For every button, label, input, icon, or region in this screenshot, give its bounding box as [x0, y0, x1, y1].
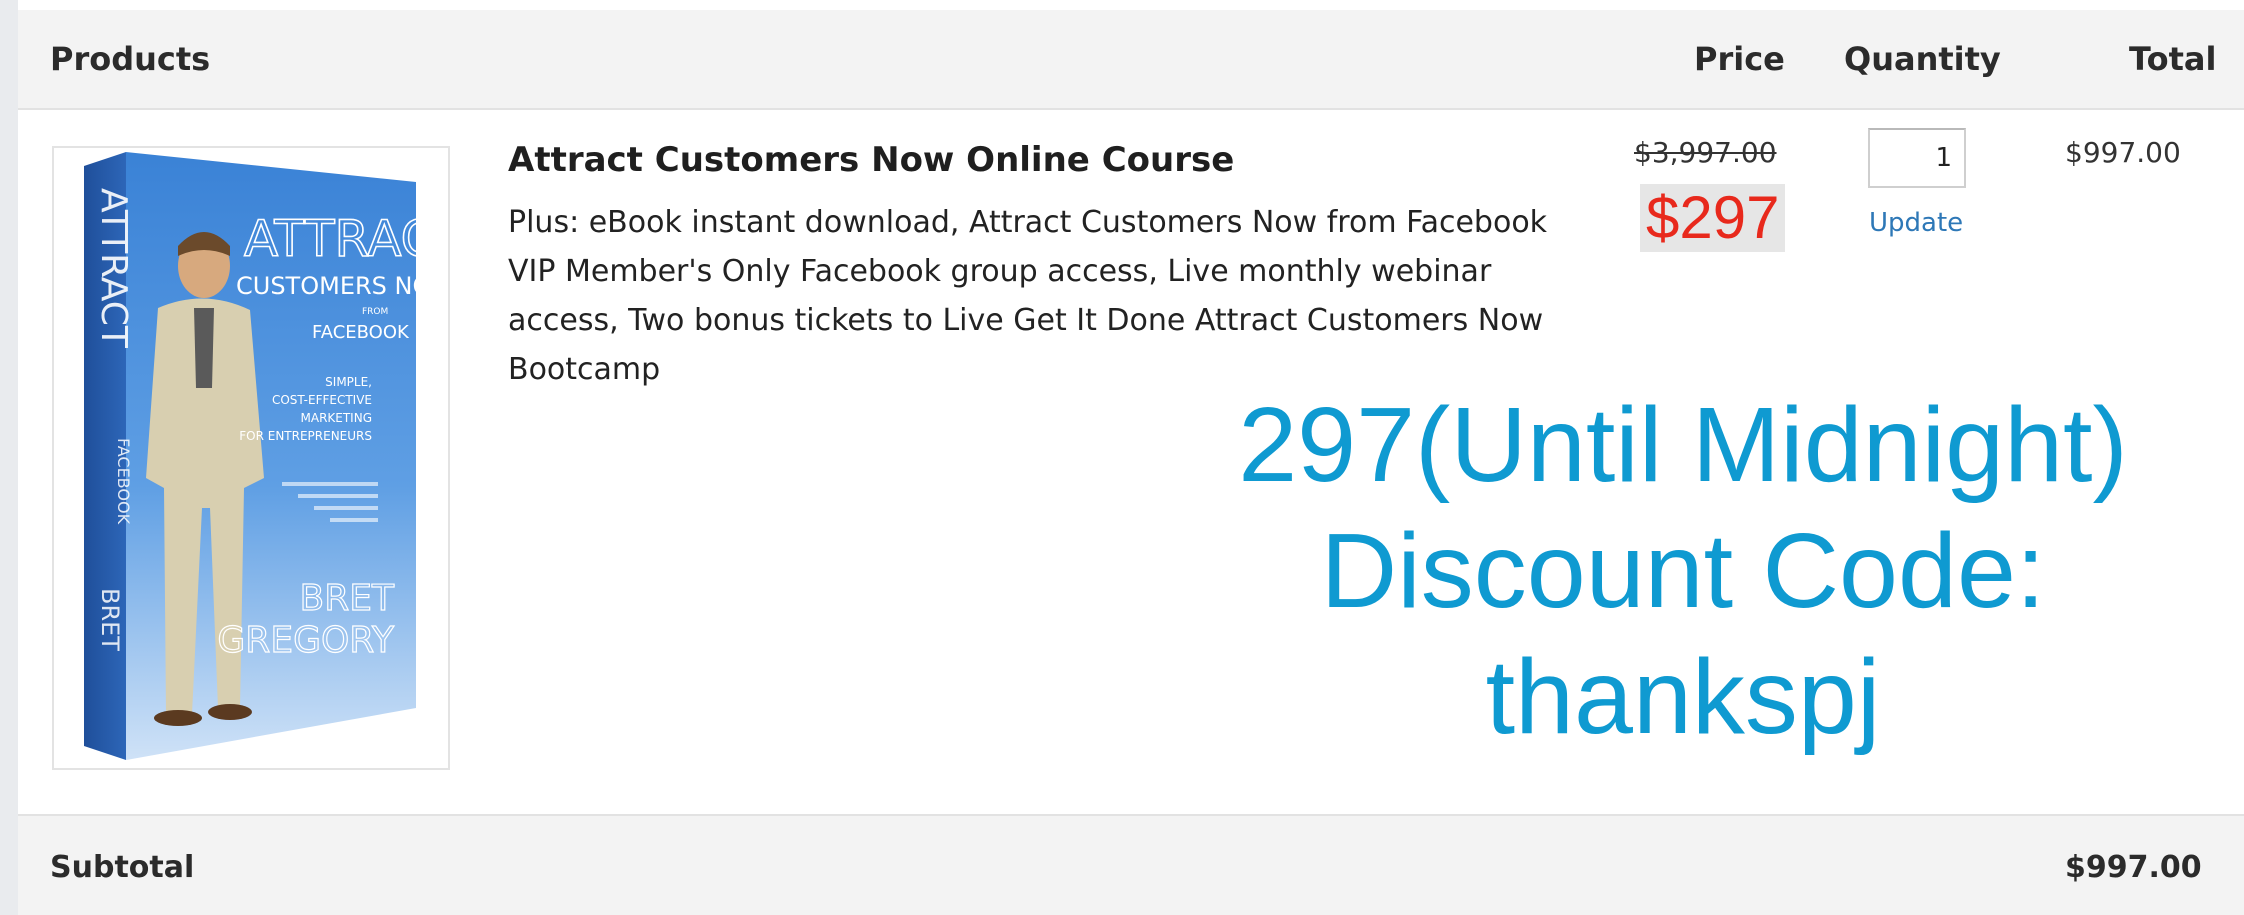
- cover-from: FROM: [362, 307, 388, 317]
- cover-author-1: BRET: [300, 578, 395, 619]
- cover-author-2: GREGORY: [217, 620, 395, 661]
- original-price: $3,997.00: [1634, 136, 1777, 169]
- spine-facebook: FACEBOOK: [114, 438, 133, 525]
- cover-quote-line-4: [330, 518, 378, 522]
- spine-author: BRET: [96, 588, 124, 651]
- cover-title: ATTRACT: [244, 210, 448, 268]
- product-box-image[interactable]: ATTRACT FACEBOOK BRET ATTRACT CUSTOMERS …: [52, 146, 450, 770]
- product-description: Plus: eBook instant download, Attract Cu…: [508, 205, 1548, 387]
- cover-quote-line-1: [282, 482, 378, 486]
- promo-line-1: 297(Until Midnight): [1238, 386, 2128, 504]
- update-link[interactable]: Update: [1869, 208, 1963, 238]
- product-title[interactable]: Attract Customers Now Online Course: [508, 140, 1234, 180]
- table-header-row: Products Price Quantity Total: [18, 10, 2244, 110]
- subtotal-row: Subtotal $997.00: [18, 814, 2244, 915]
- cover-tagline-4: FOR ENTREPRENEURS: [239, 429, 372, 443]
- cover-tagline-1: SIMPLE,: [325, 375, 372, 389]
- cart-table: Products Price Quantity Total ATTRACT FA…: [18, 0, 2244, 915]
- sale-price: $297: [1640, 184, 1786, 252]
- subtotal-value: $997.00: [2065, 850, 2202, 885]
- promo-line-3: thankspj: [1485, 638, 1881, 756]
- cover-subtitle: CUSTOMERS NOW: [236, 272, 448, 300]
- header-total: Total: [2129, 40, 2217, 78]
- header-quantity: Quantity: [1844, 40, 2001, 78]
- cover-quote-line-3: [314, 506, 378, 510]
- promo-overlay-text: 297(Until Midnight) Discount Code: thank…: [1108, 382, 2244, 760]
- spine-title: ATTRACT: [93, 188, 134, 349]
- subtotal-label: Subtotal: [50, 850, 195, 885]
- quantity-input[interactable]: [1868, 128, 1966, 188]
- cover-tagline-2: COST-EFFECTIVE: [272, 393, 372, 407]
- cover-quote-line-2: [298, 494, 378, 498]
- line-total: $997.00: [2065, 136, 2181, 169]
- promo-line-2: Discount Code:: [1320, 512, 2046, 630]
- header-price: Price: [1694, 40, 1785, 78]
- cover-tagline-3: MARKETING: [301, 411, 373, 425]
- header-products: Products: [50, 40, 211, 78]
- cover-facebook: FACEBOOK: [312, 322, 410, 343]
- product-box-art: ATTRACT FACEBOOK BRET ATTRACT CUSTOMERS …: [84, 152, 448, 760]
